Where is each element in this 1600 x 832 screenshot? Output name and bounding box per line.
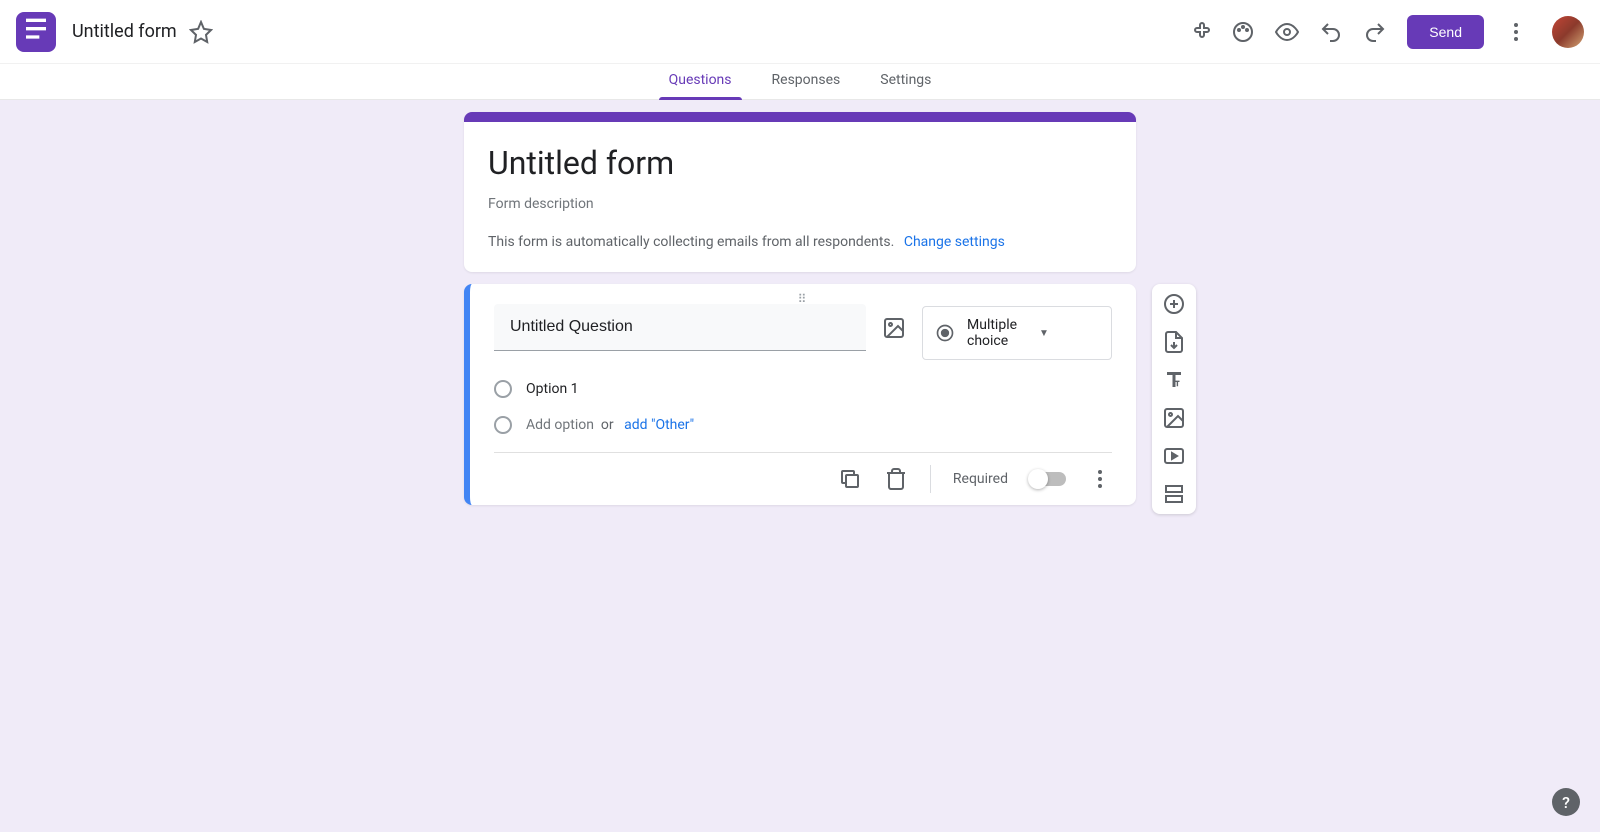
send-button[interactable]: Send xyxy=(1407,15,1484,49)
star-icon[interactable] xyxy=(189,20,213,44)
floating-toolbar xyxy=(1152,284,1196,514)
add-image-icon[interactable] xyxy=(1162,406,1186,430)
app-header: Untitled form Send xyxy=(0,0,1600,64)
add-title-icon[interactable] xyxy=(1162,368,1186,392)
change-settings-link[interactable]: Change settings xyxy=(904,234,1005,250)
duplicate-icon[interactable] xyxy=(838,467,862,491)
undo-icon[interactable] xyxy=(1319,20,1343,44)
chevron-down-icon: ▼ xyxy=(1039,328,1099,339)
document-title[interactable]: Untitled form xyxy=(72,21,177,42)
forms-logo[interactable] xyxy=(16,12,56,52)
tab-settings[interactable]: Settings xyxy=(876,64,935,99)
editor-canvas: Untitled form Form description This form… xyxy=(0,100,1600,832)
option-text[interactable]: Option 1 xyxy=(526,381,579,397)
add-other-link[interactable]: add "Other" xyxy=(624,417,694,433)
form-description[interactable]: Form description xyxy=(488,196,1112,212)
option-row[interactable]: Option 1 xyxy=(494,380,1112,398)
header-actions: Send xyxy=(1187,15,1584,49)
form-header-card[interactable]: Untitled form Form description This form… xyxy=(464,112,1136,272)
radio-outline-icon xyxy=(494,380,512,398)
question-footer: Required xyxy=(494,452,1112,493)
import-questions-icon[interactable] xyxy=(1162,330,1186,354)
drag-handle-icon[interactable]: ⠿ xyxy=(798,292,809,306)
user-avatar[interactable] xyxy=(1552,16,1584,48)
required-toggle[interactable] xyxy=(1030,472,1066,486)
add-question-icon[interactable] xyxy=(1162,292,1186,316)
help-icon[interactable]: ? xyxy=(1552,788,1580,816)
add-video-icon[interactable] xyxy=(1162,444,1186,468)
required-label: Required xyxy=(953,471,1008,487)
add-section-icon[interactable] xyxy=(1162,482,1186,506)
addons-icon[interactable] xyxy=(1187,20,1211,44)
more-icon[interactable] xyxy=(1504,20,1528,44)
preview-icon[interactable] xyxy=(1275,20,1299,44)
delete-icon[interactable] xyxy=(884,467,908,491)
or-text: or xyxy=(601,417,614,433)
question-more-icon[interactable] xyxy=(1088,467,1112,491)
question-card[interactable]: ⠿ Multiple choice ▼ xyxy=(464,284,1136,505)
question-title-input[interactable] xyxy=(494,304,866,351)
divider xyxy=(930,465,931,493)
tab-questions[interactable]: Questions xyxy=(665,64,736,99)
add-option-row: Add option or add "Other" xyxy=(494,416,1112,434)
question-type-label: Multiple choice xyxy=(967,317,1027,349)
tab-responses[interactable]: Responses xyxy=(768,64,845,99)
question-type-dropdown[interactable]: Multiple choice ▼ xyxy=(922,306,1112,360)
email-notice-text: This form is automatically collecting em… xyxy=(488,234,894,250)
email-collection-notice: This form is automatically collecting em… xyxy=(488,234,1112,250)
radio-outline-icon xyxy=(494,416,512,434)
tabs-bar: Questions Responses Settings xyxy=(0,64,1600,100)
add-image-icon[interactable] xyxy=(882,316,906,340)
palette-icon[interactable] xyxy=(1231,20,1255,44)
add-option-button[interactable]: Add option xyxy=(526,417,594,433)
radio-icon xyxy=(935,323,955,343)
form-title[interactable]: Untitled form xyxy=(488,144,1112,182)
redo-icon[interactable] xyxy=(1363,20,1387,44)
